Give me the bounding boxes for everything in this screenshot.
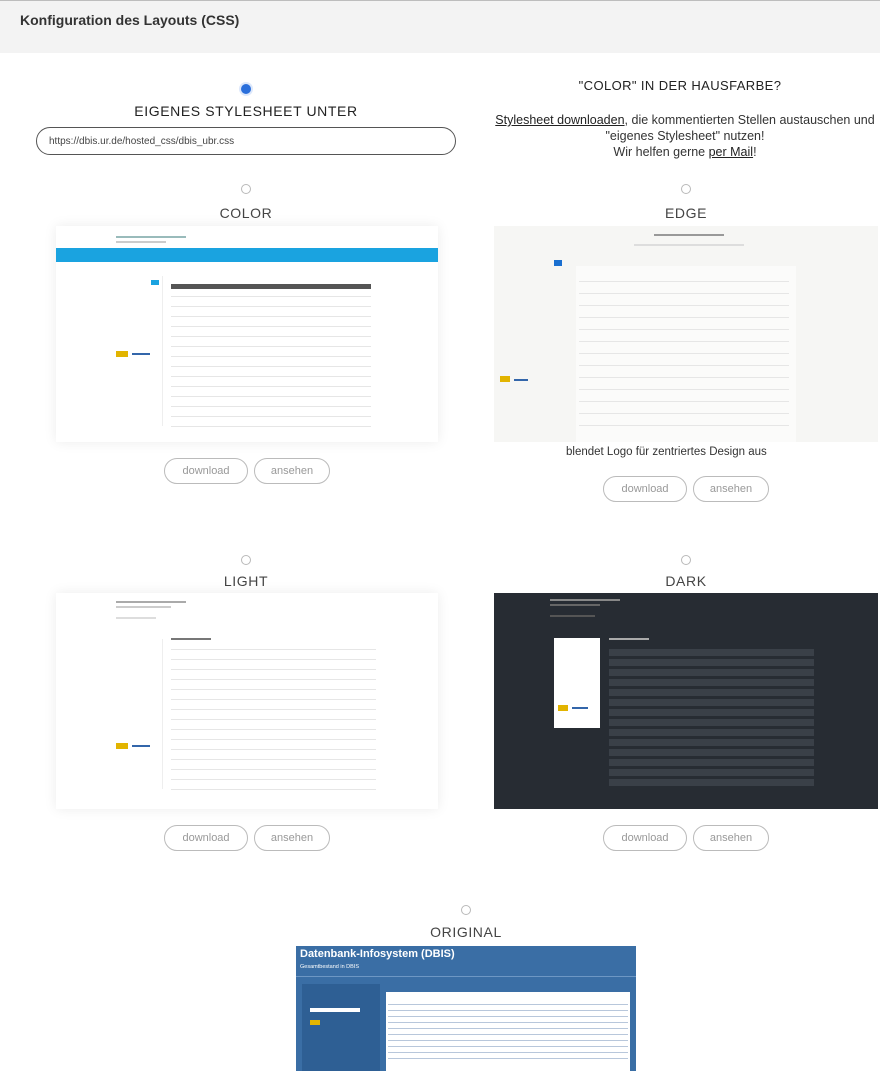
- custom-label: EIGENES STYLESHEET UNTER: [134, 103, 358, 119]
- light-preview-image: [56, 593, 438, 809]
- radio-dark[interactable]: [681, 555, 691, 565]
- dark-view-button[interactable]: ansehen: [693, 825, 769, 851]
- edge-description: blendet Logo für zentriertes Design aus: [566, 446, 767, 458]
- dark-download-button[interactable]: download: [603, 825, 687, 851]
- original-preview-image: Datenbank-Infosystem (DBIS) Gesamtbestan…: [296, 946, 636, 1071]
- light-label: LIGHT: [223, 573, 269, 589]
- color-view-button[interactable]: ansehen: [254, 458, 330, 484]
- edge-view-button[interactable]: ansehen: [693, 476, 769, 502]
- page-title: Konfiguration des Layouts (CSS): [20, 12, 240, 28]
- hint-title: "COLOR" IN DER HAUSFARBE?: [578, 78, 782, 93]
- edge-preview-image: [494, 226, 878, 442]
- original-label: ORIGINAL: [430, 924, 502, 940]
- stylesheet-download-link[interactable]: Stylesheet downloaden: [495, 113, 624, 127]
- config-header: Konfiguration des Layouts (CSS): [0, 0, 880, 53]
- dark-preview-image: [494, 593, 878, 809]
- edge-download-button[interactable]: download: [603, 476, 687, 502]
- light-download-button[interactable]: download: [164, 825, 248, 851]
- color-preview-image: [56, 226, 438, 442]
- radio-original[interactable]: [461, 905, 471, 915]
- hint-text: Stylesheet downloaden, die kommentierten…: [475, 112, 880, 160]
- mail-link[interactable]: per Mail: [709, 145, 753, 159]
- hint-text-body: , die kommentierten Stellen austauschen …: [605, 113, 875, 143]
- hint-end: !: [753, 145, 757, 159]
- stylesheet-url-input[interactable]: [36, 127, 456, 155]
- radio-custom[interactable]: [241, 84, 251, 94]
- hint-help-text: Wir helfen gerne: [613, 145, 709, 159]
- light-view-button[interactable]: ansehen: [254, 825, 330, 851]
- original-preview-subtitle: Gesamtbestand in DBIS: [300, 964, 360, 970]
- edge-label: EDGE: [664, 205, 708, 221]
- original-preview-title: Datenbank-Infosystem (DBIS): [300, 948, 455, 960]
- color-download-button[interactable]: download: [164, 458, 248, 484]
- radio-edge[interactable]: [681, 184, 691, 194]
- dark-label: DARK: [665, 573, 707, 589]
- radio-color[interactable]: [241, 184, 251, 194]
- radio-light[interactable]: [241, 555, 251, 565]
- color-label: COLOR: [219, 205, 273, 221]
